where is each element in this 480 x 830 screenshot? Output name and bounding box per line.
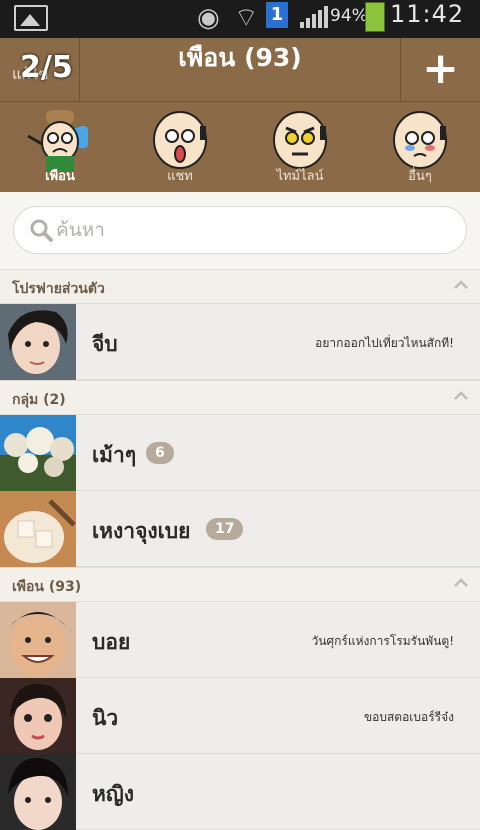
wifi-icon: ⌔	[234, 3, 259, 33]
friend-row[interactable]: บอย วันศุกร์แห่งการโรมรันพันตู!	[0, 602, 480, 678]
tab-chat[interactable]: แชท	[120, 102, 240, 192]
sim-badge: 1	[266, 2, 288, 28]
group-name: เม้าๆ	[92, 443, 137, 467]
search-box[interactable]	[13, 206, 467, 254]
section-header-friends[interactable]: เพือน (93)	[0, 567, 480, 602]
app-header: แก้ไข 2/5 เพือน (93) +	[0, 38, 480, 102]
section-title: เพือน (93)	[12, 579, 82, 595]
avatar	[0, 304, 76, 380]
friend-name: นิว	[92, 706, 119, 730]
tab-chat-label: แชท	[167, 169, 193, 184]
tab-timeline-label: ไทม์ไลน์	[276, 169, 324, 184]
clock: 11:42	[390, 0, 465, 28]
signal-icon	[300, 6, 330, 28]
status-bar: ◉ ⌔ 1 94% 11:42	[0, 0, 480, 38]
tab-timeline[interactable]: ไทม์ไลน์	[240, 102, 360, 192]
search-area	[0, 192, 480, 269]
battery-icon	[365, 2, 385, 32]
tab-bar: เพือน แชท ไทม์ไลน์ อื่นๆ	[0, 102, 480, 192]
section-title: โปรฟายส่วนตัว	[12, 281, 105, 297]
friend-status: ขอบสตอเบอร์รีจ๋ง	[363, 710, 454, 724]
section-header-profile[interactable]: โปรฟายส่วนตัว	[0, 269, 480, 304]
group-row[interactable]: เหงาจุงเบย 17	[0, 491, 480, 567]
group-name: เหงาจุงเบย	[92, 519, 191, 543]
friend-row[interactable]: นิว ขอบสตอเบอร์รีจ๋ง	[0, 678, 480, 754]
timeline-character-icon	[273, 111, 327, 169]
more-character-icon	[393, 111, 447, 169]
section-header-groups[interactable]: กลุ่ม (2)	[0, 380, 480, 415]
edit-button[interactable]: แก้ไข 2/5	[0, 38, 80, 102]
add-friend-button[interactable]: +	[400, 38, 480, 102]
avatar	[0, 491, 76, 567]
page-title: เพือน (93)	[178, 43, 302, 72]
gallery-icon	[14, 5, 48, 31]
tab-friends[interactable]: เพือน	[0, 102, 120, 192]
chevron-up-icon	[454, 391, 468, 400]
page-indicator: 2/5	[20, 50, 73, 85]
friend-name: บอย	[92, 630, 131, 654]
battery-percent: 94%	[330, 6, 368, 26]
tab-friends-label: เพือน	[45, 169, 75, 184]
profile-status: อยากออกไปเที่ยวไหนสักที!	[315, 336, 454, 350]
friend-row[interactable]: หญิง	[0, 754, 480, 830]
tab-more[interactable]: อื่นๆ	[360, 102, 480, 192]
chevron-up-icon	[454, 280, 468, 289]
avatar	[0, 754, 76, 830]
friend-name: หญิง	[92, 782, 134, 806]
profile-name: จีบ	[92, 332, 118, 356]
member-count-badge: 17	[206, 518, 244, 540]
friend-status: วันศุกร์แห่งการโรมรันพันตู!	[311, 634, 454, 648]
chat-character-icon	[153, 111, 207, 169]
avatar	[0, 602, 76, 678]
avatar	[0, 415, 76, 491]
search-icon	[30, 219, 53, 242]
section-title: กลุ่ม (2)	[12, 392, 66, 408]
member-count-badge: 6	[146, 442, 174, 464]
friends-character-icon	[27, 110, 88, 172]
tab-more-label: อื่นๆ	[408, 169, 432, 184]
search-input[interactable]	[56, 215, 436, 245]
profile-row[interactable]: จีบ อยากออกไปเที่ยวไหนสักที!	[0, 304, 480, 380]
group-row[interactable]: เม้าๆ 6	[0, 415, 480, 491]
chevron-up-icon	[454, 578, 468, 587]
eye-icon: ◉	[197, 3, 220, 33]
avatar	[0, 678, 76, 754]
